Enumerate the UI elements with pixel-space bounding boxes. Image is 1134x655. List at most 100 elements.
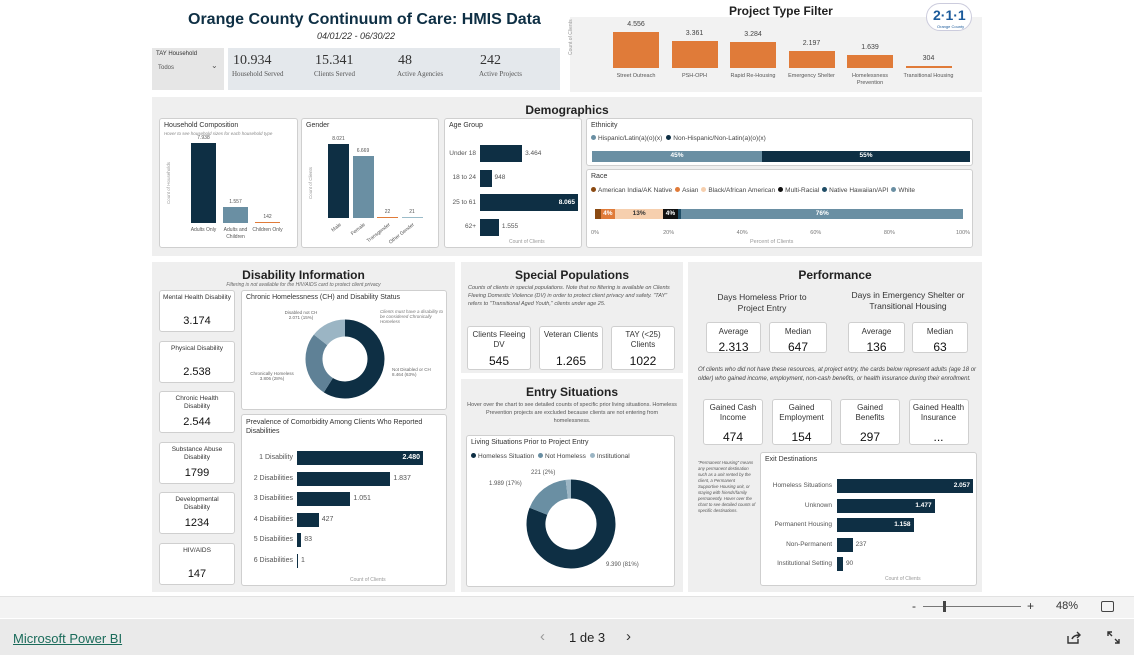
gender-bar-value: 6.669 xyxy=(356,148,370,155)
ch-donut-slice[interactable] xyxy=(305,334,334,393)
gender-bar-transgender xyxy=(377,216,398,218)
household-bar-label: Adults Only xyxy=(190,227,217,233)
special-card-value: 1022 xyxy=(629,354,657,368)
footer-bar xyxy=(0,619,1134,655)
race-title: Race xyxy=(591,173,608,180)
project-bar-emergency-shelter[interactable] xyxy=(788,50,835,68)
age-bar-label: 25 to 61 xyxy=(452,198,477,206)
ethnicity-legend-dot xyxy=(591,135,596,140)
age-bar-value: 948 xyxy=(494,174,506,181)
days-homeless-average: Average 2.313 xyxy=(706,322,761,354)
zoom-bar xyxy=(0,596,1134,618)
date-range: 04/01/22 - 06/30/22 xyxy=(317,31,396,41)
zoom-slider[interactable] xyxy=(923,601,1021,612)
days-homeless-average-label: Average xyxy=(718,327,749,336)
race-legend-dot xyxy=(701,187,707,192)
age-bar-value: 1.555 xyxy=(501,223,519,230)
disability-card-label: Physical Disability xyxy=(170,344,224,352)
entry-title: Entry Situations xyxy=(525,385,618,399)
race-legend-dot xyxy=(591,187,596,192)
entry-note: Hover over the chart to see detailed cou… xyxy=(467,402,677,424)
ch-label-disabled: Disabled not CH 2.071 (15%) xyxy=(284,310,318,320)
gained-card-gained-employment: Gained Employment 154 xyxy=(771,399,832,445)
project-bar-rapid-re-housing[interactable] xyxy=(730,42,776,68)
fullscreen-icon[interactable] xyxy=(1107,631,1120,644)
zoom-in-button[interactable]: + xyxy=(1027,599,1034,613)
living-legend-item: Institutional xyxy=(589,453,630,460)
zoom-out-button[interactable]: - xyxy=(912,599,916,613)
comorbidity-title: Prevalence of Comorbidity Among Clients … xyxy=(246,419,423,435)
comorbidity-bar-6-disabilities xyxy=(297,553,298,568)
prev-page-chevron-icon[interactable]: ‹ xyxy=(540,628,545,645)
kpi-household-value: 10.934 xyxy=(233,53,272,68)
race-legend-label: American India/AK Native xyxy=(598,187,673,194)
tay-filter[interactable]: TAY Household Todos ⌄ xyxy=(152,48,224,90)
exit-bar-label: Non-Permanent xyxy=(786,540,832,548)
disability-card-value: 2.538 xyxy=(183,365,211,378)
race-tick-label: 100% xyxy=(955,230,971,236)
disability-card-hiv-aids: HIV/AIDS 147 xyxy=(159,543,235,585)
project-bar-value: 3.284 xyxy=(744,31,762,39)
project-bar-psh-oph[interactable] xyxy=(671,41,718,68)
age-title: Age Group xyxy=(449,122,483,129)
comorbidity-card: Prevalence of Comorbidity Among Clients … xyxy=(241,414,447,586)
disability-card-value: 147 xyxy=(187,568,207,580)
comorbidity-bar-label: 1 Disability xyxy=(259,454,293,461)
fit-to-page-icon[interactable] xyxy=(1101,601,1114,612)
powerbi-link[interactable]: Microsoft Power BI xyxy=(13,631,122,646)
project-filter-ylabel: Count of Clients xyxy=(568,19,574,55)
race-tick-label: 40% xyxy=(736,230,748,236)
project-bar-transitional-housing[interactable] xyxy=(905,65,952,68)
disability-card-chronic-health-disability: Chronic Health Disability 2.544 xyxy=(159,391,235,434)
project-bar-homelessness-prevention[interactable] xyxy=(847,55,893,68)
days-shelter-title: Days in Emergency Shelter or Transitiona… xyxy=(851,290,965,311)
disability-card-mental-health-disability: Mental Health Disability 3.174 xyxy=(159,290,235,332)
exit-bar-institutional-setting xyxy=(837,557,843,571)
household-title: Household Composition xyxy=(164,122,239,129)
days-shelter-median: Median 63 xyxy=(912,322,968,354)
gender-title: Gender xyxy=(306,122,330,129)
gender-bar-male xyxy=(328,144,349,218)
age-group-card: Age Group Under 18 3.464 18 to 24 948 25 to … xyxy=(444,118,582,248)
project-bar-value: 3.361 xyxy=(685,30,704,38)
exit-bar-value: 1.158 xyxy=(894,521,911,528)
zoom-slider-thumb[interactable] xyxy=(943,601,946,612)
age-bar-62 xyxy=(480,218,499,236)
disability-card-label: Chronic Health Disability xyxy=(175,395,219,411)
living-legend-dot xyxy=(589,453,595,458)
race-legend-item: Native Hawaiian/API xyxy=(822,187,888,194)
kpi-clients-label: Clients Served xyxy=(314,70,356,78)
special-card-veteran-clients: Veteran Clients 1.265 xyxy=(539,326,603,370)
gained-card-label: Gained Cash Income xyxy=(709,403,757,422)
days-shelter-median-value: 63 xyxy=(933,340,947,354)
ch-donut-slice[interactable] xyxy=(313,319,346,346)
project-bar-street-outreach[interactable] xyxy=(613,32,659,68)
kpi-agencies-label: Active Agencies xyxy=(397,70,444,78)
disability-card-value: 1234 xyxy=(184,517,210,530)
kpi-agencies-value: 48 xyxy=(398,53,412,68)
living-donut-slice[interactable] xyxy=(529,479,569,516)
project-bar-value: 4.556 xyxy=(627,21,645,28)
ethnicity-legend-dot xyxy=(666,135,672,140)
race-legend-label: White xyxy=(898,187,915,194)
next-page-chevron-icon[interactable]: › xyxy=(626,628,631,645)
comorbidity-bar-value: 1.051 xyxy=(353,495,371,502)
living-donut-slices xyxy=(526,479,616,569)
living-legend-item: Homeless Situation xyxy=(471,453,534,460)
comorbidity-bar-label: 6 Disabilities xyxy=(253,556,293,564)
comorbidity-bar-value: 1 xyxy=(301,556,305,564)
race-legend: American India/AK Native Asian Black/Afric… xyxy=(591,187,918,194)
disability-card-physical-disability: Physical Disability 2.538 xyxy=(159,340,235,383)
ch-donut-chart xyxy=(305,319,385,399)
race-legend-dot xyxy=(675,187,681,192)
kpi-projects-value: 242 xyxy=(480,53,501,68)
age-bar-label: Under 18 xyxy=(449,149,476,157)
share-icon[interactable] xyxy=(1067,631,1081,644)
days-shelter-average-value: 136 xyxy=(866,340,887,354)
comorbidity-bar-label: 5 Disabilities xyxy=(253,536,293,543)
race-tick-label: 80% xyxy=(883,230,895,236)
days-homeless-median-label: Median xyxy=(784,327,812,336)
chevron-down-icon: ⌄ xyxy=(211,61,218,70)
permanent-housing-note: "Permanent Housing" means any permanent … xyxy=(698,460,756,513)
race-segment-label: 76% xyxy=(815,209,829,217)
